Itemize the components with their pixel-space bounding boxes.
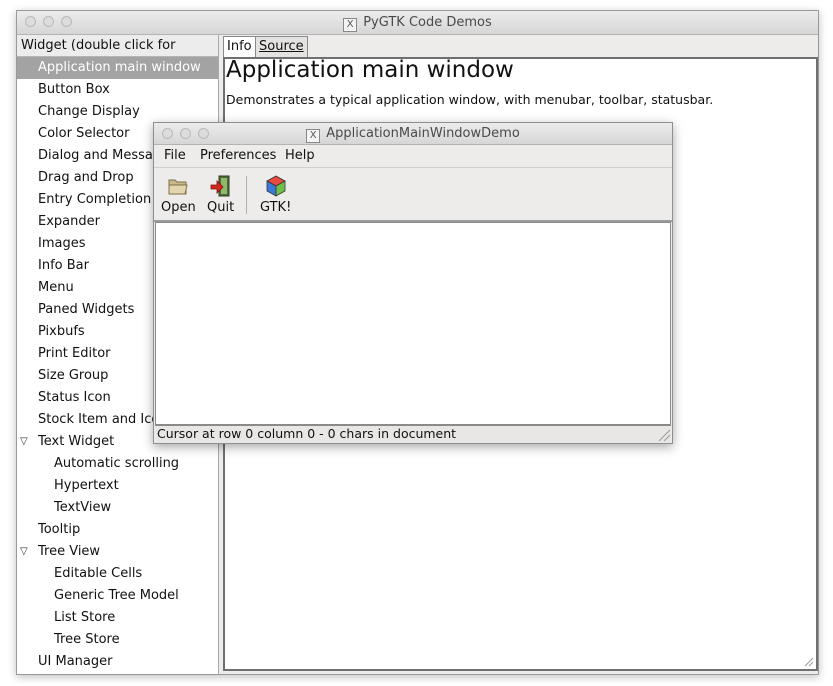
tree-item[interactable]: Generic Tree Model: [17, 585, 218, 607]
tree-item[interactable]: List Store: [17, 607, 218, 629]
tree-item[interactable]: Tooltip: [17, 519, 218, 541]
document-textview[interactable]: [155, 222, 671, 425]
toolbar: Open Quit GTK!: [154, 168, 672, 222]
demo-title: X ApplicationMainWindowDemo: [154, 126, 672, 143]
info-title: Application main window: [226, 57, 514, 83]
gtk-logo-icon: [265, 175, 286, 197]
menu-help-label: Help: [285, 148, 315, 163]
tree-item-label: Pixbufs: [38, 324, 85, 339]
window-title: X PyGTK Code Demos: [17, 15, 818, 32]
menu-preferences[interactable]: Preferences: [200, 148, 276, 163]
tree-item[interactable]: Editable Cells: [17, 563, 218, 585]
tree-item-label: Tooltip: [38, 522, 81, 537]
tab-source-label: Source: [259, 39, 304, 54]
tree-item-label: TextView: [54, 500, 112, 515]
tree-item-label: List Store: [54, 610, 116, 625]
tree-item[interactable]: UI Manager: [17, 651, 218, 673]
window-title-text: PyGTK Code Demos: [363, 15, 492, 30]
main-titlebar[interactable]: X PyGTK Code Demos: [17, 11, 818, 35]
tree-item-label: Menu: [38, 280, 74, 295]
quit-label: Quit: [207, 200, 235, 215]
tree-item-label: Info Bar: [38, 258, 89, 273]
quit-exit-icon: [210, 175, 230, 197]
x11-icon: X: [343, 18, 358, 32]
tree-item[interactable]: Application main window: [17, 57, 218, 79]
tree-item-label: Expander: [38, 214, 100, 229]
tree-item[interactable]: ▽ Tree View: [17, 541, 218, 563]
tree-item-label: Button Box: [38, 82, 110, 97]
statusbar: Cursor at row 0 column 0 - 0 chars in do…: [155, 425, 671, 443]
demo-titlebar[interactable]: X ApplicationMainWindowDemo: [154, 123, 672, 145]
tree-item-label: Size Group: [38, 368, 109, 383]
expander-triangle-icon[interactable]: ▽: [20, 431, 28, 453]
tree-item[interactable]: TextView: [17, 497, 218, 519]
tree-column-header[interactable]: Widget (double click for demo): [17, 35, 218, 74]
open-button[interactable]: Open: [161, 174, 196, 215]
tab-info-label: Info: [227, 39, 252, 54]
menu-help[interactable]: Help: [285, 148, 315, 163]
tree-item[interactable]: Automatic scrolling: [17, 453, 218, 475]
tree-item[interactable]: Change Display: [17, 101, 218, 123]
info-description: Demonstrates a typical application windo…: [226, 92, 714, 107]
gtk-label: GTK!: [260, 200, 292, 215]
tree-item-label: Editable Cells: [54, 566, 143, 581]
tab-info[interactable]: Info: [223, 36, 256, 58]
menu-preferences-label: Preferences: [200, 148, 277, 163]
tree-item-label: Paned Widgets: [38, 302, 135, 317]
toolbar-separator: [246, 176, 247, 214]
quit-button[interactable]: Quit: [207, 174, 234, 215]
tree-item-label: Entry Completion: [38, 192, 152, 207]
tree-item-label: UI Manager: [38, 654, 113, 669]
tree-item-label: Print Editor: [38, 346, 111, 361]
tree-item-label: Status Icon: [38, 390, 111, 405]
tree-item-label: Images: [38, 236, 86, 251]
menu-file[interactable]: File: [164, 148, 186, 163]
gtk-button[interactable]: GTK!: [260, 174, 291, 215]
menubar: File Preferences Help: [154, 145, 672, 168]
tree-item-label: Text Widget: [38, 434, 115, 449]
tree-item-label: Generic Tree Model: [54, 588, 179, 603]
tree-item-label: Drag and Drop: [38, 170, 134, 185]
resize-grip-icon[interactable]: [655, 426, 671, 442]
menu-file-label: File: [164, 148, 186, 163]
resize-grip-icon[interactable]: [802, 655, 814, 667]
tree-item-label: Hypertext: [54, 478, 119, 493]
tree-item-label: Tree Store: [54, 632, 120, 647]
expander-triangle-icon[interactable]: ▽: [20, 541, 28, 563]
tree-item-label: Application main window: [38, 60, 201, 75]
statusbar-text: Cursor at row 0 column 0 - 0 chars in do…: [157, 426, 457, 441]
tab-source[interactable]: Source: [255, 36, 308, 57]
tree-item-label: Change Display: [38, 104, 140, 119]
tree-item-label: Automatic scrolling: [54, 456, 180, 471]
demo-title-text: ApplicationMainWindowDemo: [326, 126, 520, 141]
tree-item[interactable]: Tree Store: [17, 629, 218, 651]
tree-item[interactable]: Button Box: [17, 79, 218, 101]
folder-open-icon: [168, 179, 188, 195]
x11-icon: X: [306, 129, 321, 143]
tree-item-label: Color Selector: [38, 126, 130, 141]
tree-item[interactable]: Hypertext: [17, 475, 218, 497]
tree-item-label: Tree View: [38, 544, 101, 559]
demo-window: X ApplicationMainWindowDemo File Preferen…: [153, 122, 673, 444]
open-label: Open: [161, 200, 196, 215]
